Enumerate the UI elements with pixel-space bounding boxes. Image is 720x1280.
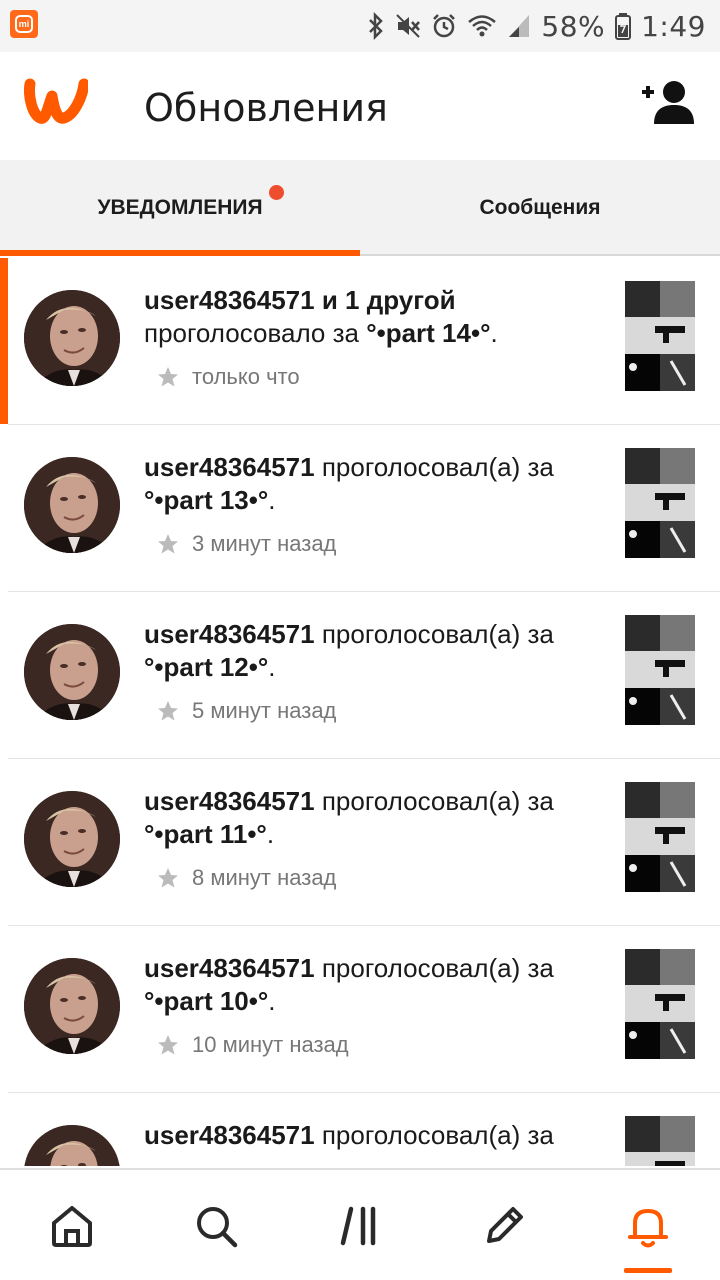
story-thumbnail[interactable] — [625, 615, 695, 725]
status-icons: 58% 1:49 — [367, 6, 706, 46]
notification-item[interactable]: user48364571 проголосовал(а) за — [8, 1093, 720, 1166]
wifi-icon — [468, 15, 497, 37]
notification-item[interactable]: user48364571 проголосовал(а) за °•part 1… — [8, 425, 720, 592]
notification-action: проголосовал(а) за — [321, 953, 554, 983]
add-user-icon[interactable] — [640, 78, 696, 126]
signal-icon — [509, 15, 530, 37]
notification-list: user48364571 и 1 другой проголосовало за… — [0, 258, 720, 1166]
wattpad-logo-icon[interactable] — [24, 74, 88, 126]
notification-time: 3 минут назад — [192, 531, 337, 556]
notification-suffix: . — [268, 986, 276, 1016]
notification-user: user48364571 — [144, 1120, 315, 1150]
search-icon — [197, 1207, 238, 1248]
notification-part[interactable]: °•part 13•° — [144, 485, 268, 515]
avatar[interactable] — [24, 457, 120, 553]
story-thumbnail[interactable] — [625, 281, 695, 391]
write-icon — [487, 1207, 523, 1243]
nav-home-button[interactable] — [0, 1170, 144, 1280]
notification-suffix: . — [266, 819, 275, 849]
notification-text: user48364571 проголосовал(а) за °•part 1… — [144, 618, 604, 684]
battery-percent: 58% — [541, 9, 606, 43]
story-thumbnail[interactable] — [625, 782, 695, 892]
notification-user: user48364571 — [144, 786, 315, 816]
notification-action: проголосовал(а) за — [321, 452, 554, 482]
notification-time: 8 минут назад — [192, 865, 337, 890]
notification-time: только что — [192, 364, 300, 389]
notification-part[interactable]: °•part 10•° — [144, 986, 268, 1016]
mi-app-icon: mi — [10, 10, 38, 38]
nav-search-button[interactable] — [144, 1170, 288, 1280]
tab-notifications-label: УВЕДОМЛЕНИЯ — [97, 196, 263, 219]
notification-meta: 3 минут назад — [156, 531, 336, 557]
star-icon — [158, 868, 178, 888]
nav-library-button[interactable] — [288, 1170, 432, 1280]
notification-item[interactable]: user48364571 и 1 другой проголосовало за… — [0, 258, 720, 425]
star-icon — [158, 367, 178, 387]
notification-text: user48364571 проголосовал(а) за °•part 1… — [144, 451, 604, 517]
notification-text: user48364571 проголосовал(а) за — [144, 1119, 604, 1152]
page-title: Обновления — [144, 86, 388, 130]
notification-user: user48364571 и 1 другой — [144, 285, 456, 315]
bottom-navigation — [0, 1168, 720, 1280]
notification-action: проголосовал(а) за — [321, 619, 554, 649]
status-bar: mi 58% 1:49 — [0, 0, 720, 52]
notification-suffix: . — [268, 485, 276, 515]
tab-notifications[interactable]: УВЕДОМЛЕНИЯ — [0, 160, 360, 256]
notification-user: user48364571 — [144, 452, 315, 482]
story-thumbnail[interactable] — [625, 448, 695, 558]
story-thumbnail[interactable] — [625, 949, 695, 1059]
story-thumbnail[interactable] — [625, 1116, 695, 1166]
notification-action: проголосовал(а) за — [321, 1120, 554, 1150]
avatar[interactable] — [24, 958, 120, 1054]
notification-action: проголосовал(а) за — [321, 786, 554, 816]
home-icon — [52, 1206, 92, 1247]
avatar[interactable] — [24, 1125, 120, 1166]
tab-messages-label: Сообщения — [479, 196, 601, 219]
notification-time: 10 минут назад — [192, 1032, 349, 1057]
notification-item[interactable]: user48364571 проголосовал(а) за °•part 1… — [8, 759, 720, 926]
notification-action: проголосовало за — [144, 318, 359, 348]
star-icon — [158, 701, 178, 721]
tab-bar: УВЕДОМЛЕНИЯ Сообщения — [0, 160, 720, 256]
notification-meta: 8 минут назад — [156, 865, 336, 891]
notification-user: user48364571 — [144, 619, 315, 649]
unread-badge — [269, 185, 284, 200]
notification-item[interactable]: user48364571 проголосовал(а) за °•part 1… — [8, 592, 720, 759]
avatar[interactable] — [24, 624, 120, 720]
bluetooth-icon — [369, 12, 384, 40]
notification-part[interactable]: °•part 11•° — [144, 819, 267, 849]
battery-icon — [615, 13, 632, 40]
clock: 1:49 — [641, 9, 706, 43]
active-tab-indicator — [0, 250, 360, 256]
nav-write-button[interactable] — [432, 1170, 576, 1280]
alarm-icon — [433, 14, 456, 38]
notification-user: user48364571 — [144, 953, 315, 983]
nav-active-indicator — [624, 1268, 672, 1273]
star-icon — [158, 534, 178, 554]
unread-marker — [0, 258, 8, 424]
notification-time: 5 минут назад — [192, 698, 337, 723]
notification-meta: только что — [156, 364, 300, 390]
avatar[interactable] — [24, 290, 120, 386]
avatar[interactable] — [24, 791, 120, 887]
nav-notifications-button[interactable] — [576, 1170, 720, 1280]
notification-text: user48364571 проголосовал(а) за °•part 1… — [144, 952, 604, 1018]
notification-text: user48364571 проголосовал(а) за °•part 1… — [144, 785, 604, 851]
notification-part[interactable]: °•part 12•° — [144, 652, 268, 682]
notification-part[interactable]: °•part 14•° — [366, 318, 490, 348]
notification-meta: 10 минут назад — [156, 1032, 349, 1058]
tab-messages[interactable]: Сообщения — [360, 160, 720, 256]
notification-text: user48364571 и 1 другой проголосовало за… — [144, 284, 604, 350]
notification-item[interactable]: user48364571 проголосовал(а) за °•part 1… — [8, 926, 720, 1093]
notification-suffix: . — [268, 652, 276, 682]
app-bar: Обновления — [0, 52, 720, 160]
star-icon — [158, 1035, 178, 1055]
notification-meta: 5 минут назад — [156, 698, 336, 724]
notifications-icon — [628, 1209, 668, 1248]
library-icon — [340, 1206, 376, 1246]
mute-icon — [396, 14, 421, 38]
notification-suffix: . — [490, 318, 498, 348]
